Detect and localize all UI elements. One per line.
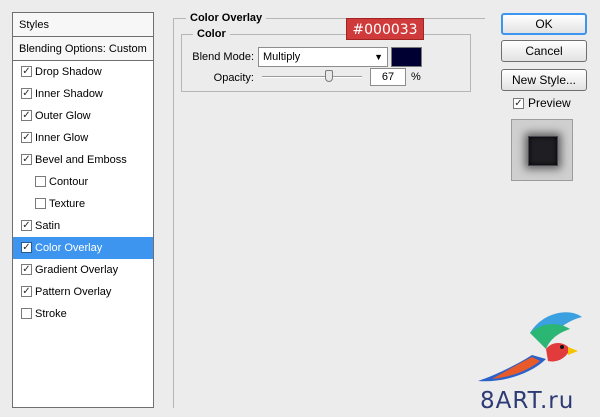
blending-options-item[interactable]: Blending Options: Custom	[13, 37, 153, 61]
style-checkbox[interactable]: ✓	[21, 88, 32, 99]
parrot-logo-icon	[478, 312, 582, 382]
style-item-label: Inner Shadow	[35, 88, 103, 100]
style-item-bevel-and-emboss[interactable]: ✓ Bevel and Emboss	[13, 149, 153, 171]
style-item-pattern-overlay[interactable]: ✓ Pattern Overlay	[13, 281, 153, 303]
style-checkbox[interactable]: ✓	[21, 66, 32, 77]
style-item-label: Bevel and Emboss	[35, 154, 127, 166]
style-checkbox[interactable]	[21, 308, 32, 319]
style-item-gradient-overlay[interactable]: ✓ Gradient Overlay	[13, 259, 153, 281]
style-item-label: Texture	[49, 198, 86, 210]
style-item-stroke[interactable]: Stroke	[13, 303, 153, 325]
opacity-slider-thumb[interactable]	[325, 70, 333, 82]
hex-color-badge: #000033	[346, 18, 424, 40]
styles-header[interactable]: Styles	[13, 13, 153, 37]
blend-mode-value: Multiply	[263, 51, 301, 63]
style-checkbox[interactable]: ✓	[21, 220, 32, 231]
style-item-label: Pattern Overlay	[35, 286, 112, 298]
style-item-label: Outer Glow	[35, 110, 91, 122]
opacity-slider-track[interactable]	[262, 76, 362, 78]
preview-toggle[interactable]: ✓ Preview	[513, 96, 571, 110]
opacity-unit: %	[411, 71, 421, 83]
opacity-label: Opacity:	[213, 72, 254, 84]
style-checkbox[interactable]: ✓	[21, 132, 32, 143]
style-item-label: Color Overlay	[35, 242, 103, 254]
style-item-color-overlay[interactable]: ✓ Color Overlay	[13, 237, 153, 259]
new-style-button[interactable]: New Style...	[501, 69, 587, 91]
style-item-inner-glow[interactable]: ✓ Inner Glow	[13, 127, 153, 149]
style-item-label: Inner Glow	[35, 132, 89, 144]
style-checkbox[interactable]: ✓	[21, 154, 32, 165]
overlay-color-swatch[interactable]	[391, 47, 422, 67]
preview-checkbox[interactable]: ✓	[513, 98, 524, 110]
blend-mode-select[interactable]: Multiply ▼	[258, 47, 388, 67]
style-checkbox[interactable]: ✓	[21, 264, 32, 275]
site-watermark: 8ART.ru	[480, 388, 575, 414]
color-section-title: Color	[193, 28, 230, 40]
style-item-outer-glow[interactable]: ✓ Outer Glow	[13, 105, 153, 127]
style-item-texture[interactable]: Texture	[13, 193, 153, 215]
style-item-label: Drop Shadow	[35, 66, 102, 78]
style-item-label: Gradient Overlay	[35, 264, 119, 276]
dropdown-arrow-icon: ▼	[374, 52, 383, 62]
style-item-label: Stroke	[35, 308, 67, 320]
style-item-drop-shadow[interactable]: ✓ Drop Shadow	[13, 61, 153, 83]
color-overlay-title: Color Overlay	[186, 12, 267, 24]
style-checkbox[interactable]: ✓	[21, 110, 32, 121]
style-checkbox[interactable]: ✓	[21, 286, 32, 297]
blend-mode-label: Blend Mode:	[192, 51, 254, 63]
style-item-label: Satin	[35, 220, 61, 232]
style-preview	[511, 119, 573, 181]
cancel-button[interactable]: Cancel	[501, 40, 587, 62]
style-items: ✓ Drop Shadow ✓ Inner Shadow ✓ Outer Glow ✓ Inn…	[13, 61, 153, 325]
style-checkbox[interactable]	[35, 176, 46, 187]
preview-thumbnail	[528, 136, 558, 166]
opacity-input[interactable]: 67	[370, 68, 406, 86]
preview-label: Preview	[528, 96, 571, 110]
style-checkbox[interactable]	[35, 198, 46, 209]
style-item-satin[interactable]: ✓ Satin	[13, 215, 153, 237]
style-checkbox[interactable]: ✓	[21, 242, 32, 253]
style-item-contour[interactable]: Contour	[13, 171, 153, 193]
style-item-label: Contour	[49, 176, 89, 188]
style-item-inner-shadow[interactable]: ✓ Inner Shadow	[13, 83, 153, 105]
styles-list: Styles Blending Options: Custom ✓ Drop Sh…	[12, 12, 154, 408]
ok-button[interactable]: OK	[501, 13, 587, 35]
